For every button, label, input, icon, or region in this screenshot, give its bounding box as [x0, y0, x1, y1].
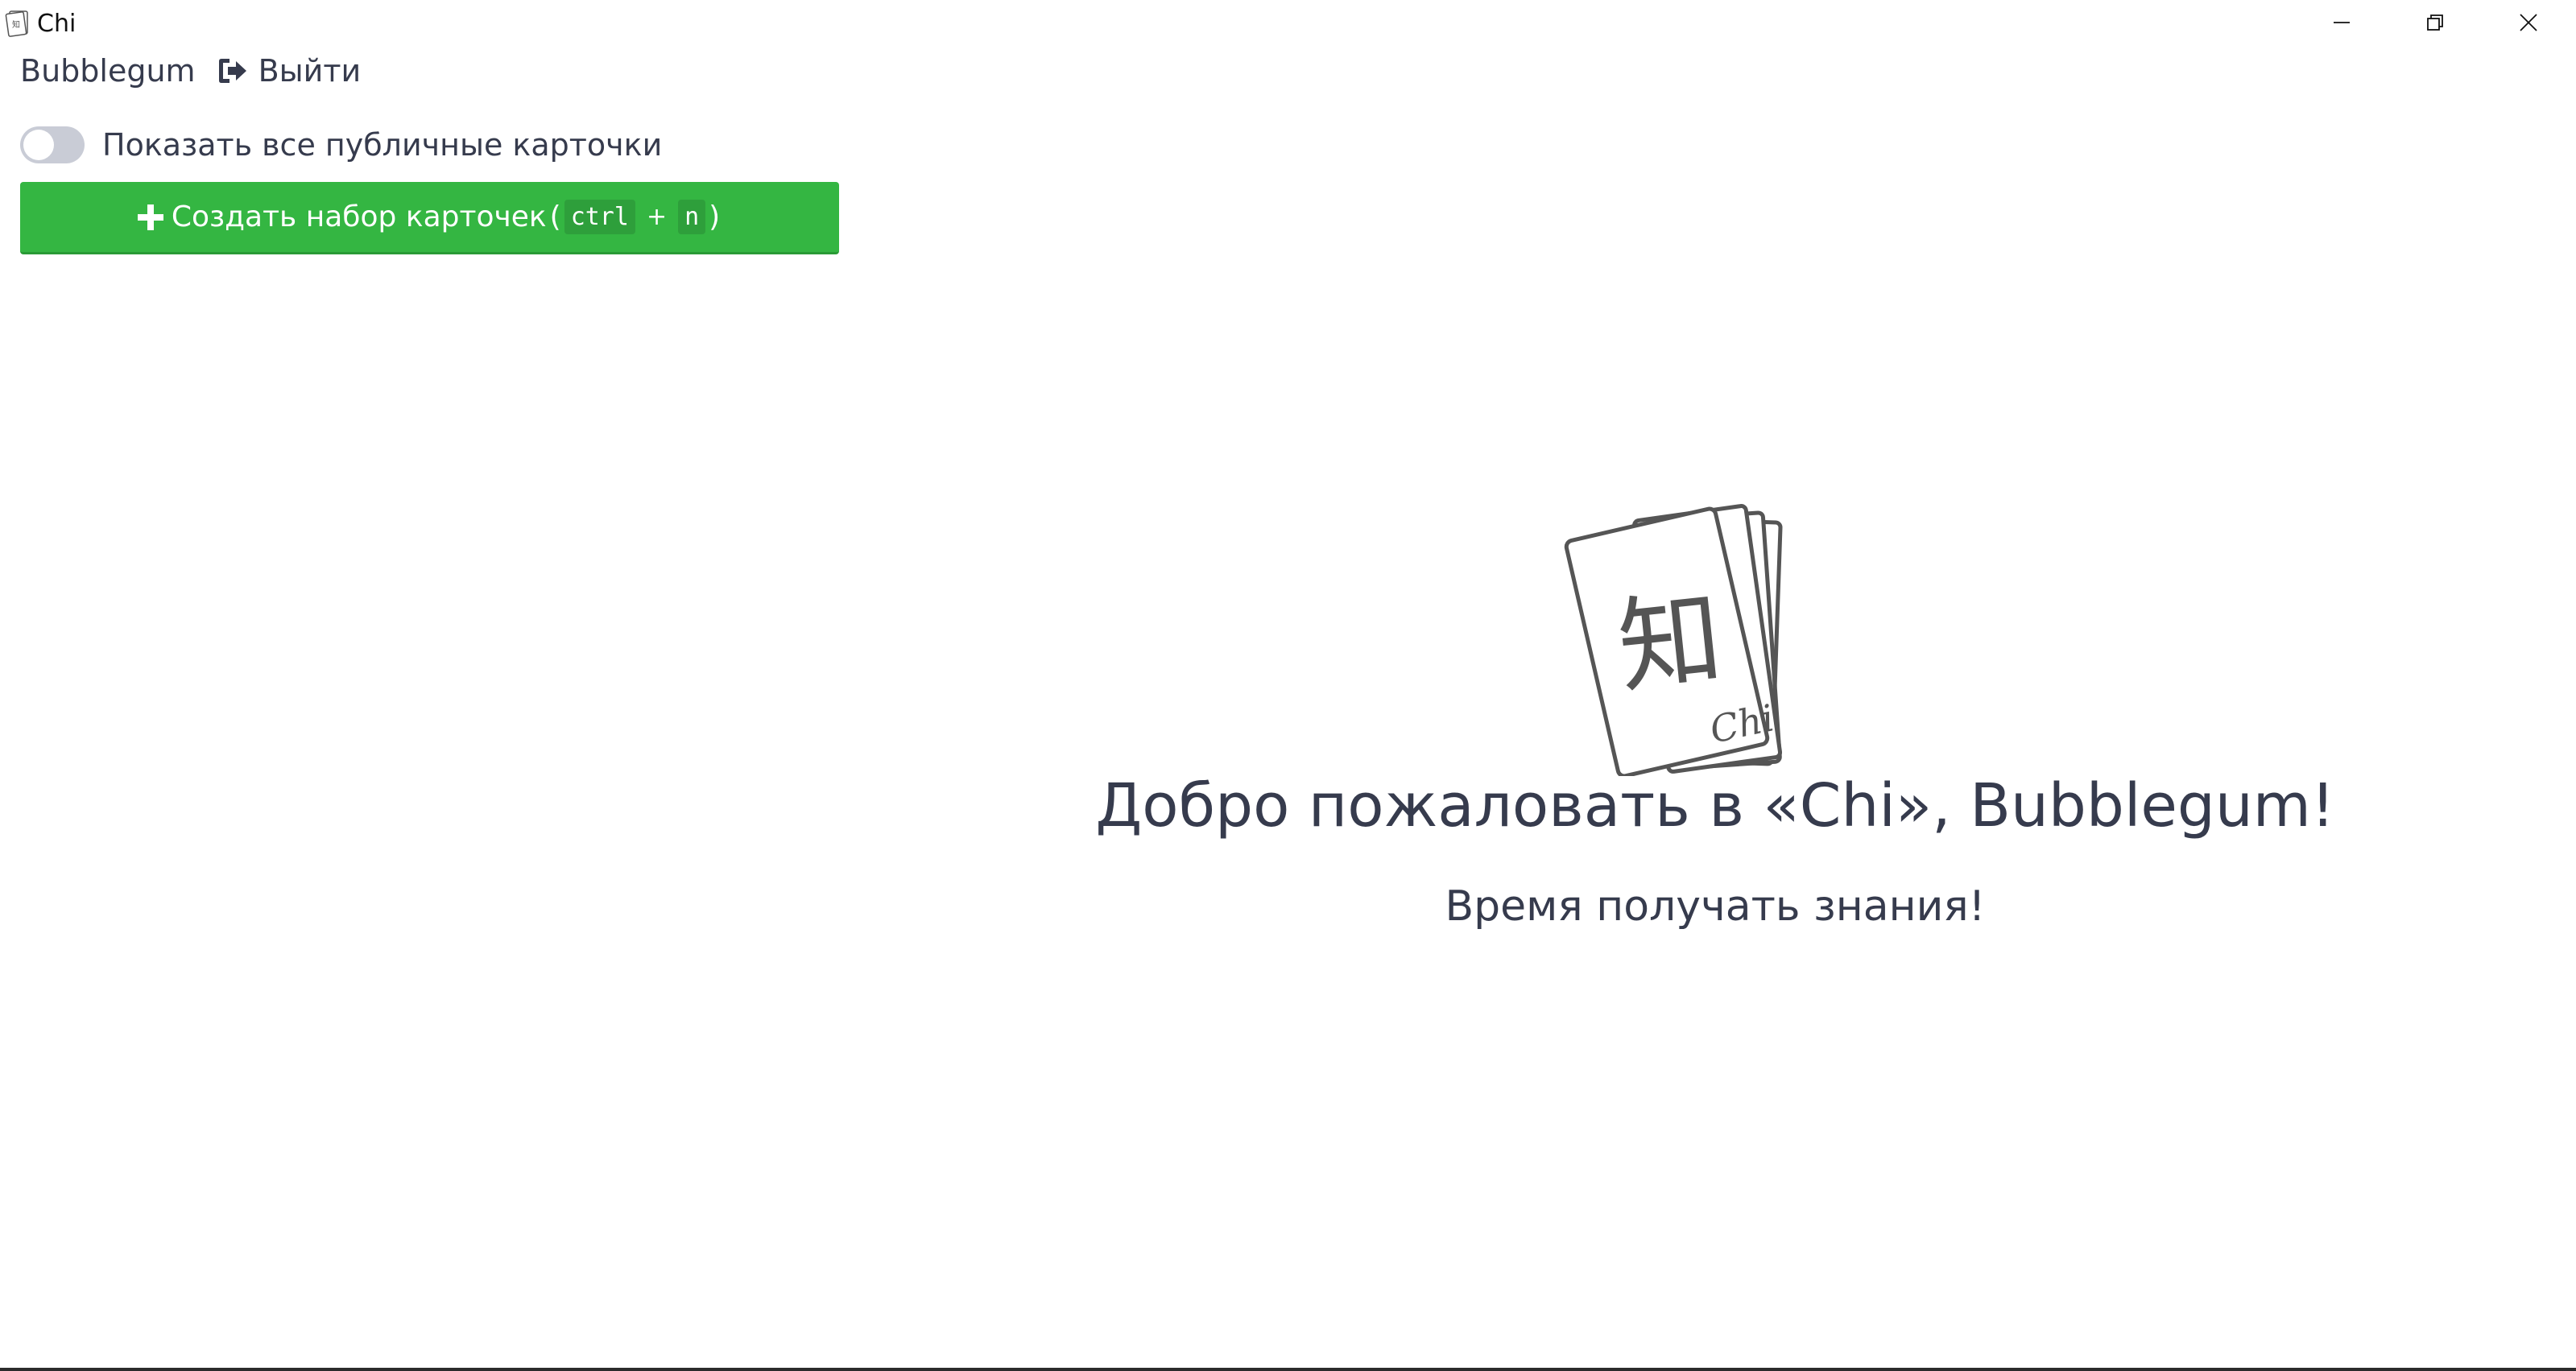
restore-icon	[2427, 14, 2443, 31]
username: Bubblegum	[20, 53, 196, 89]
plus-icon	[137, 204, 163, 230]
public-cards-toggle-label[interactable]: Показать все публичные карточки	[102, 127, 662, 163]
chi-cards-logo-icon: 知 Chi	[1564, 504, 1783, 776]
user-bar: Bubblegum Выйти	[20, 50, 361, 92]
minimize-button[interactable]	[2295, 0, 2388, 45]
shortcut-plus: +	[646, 203, 668, 231]
svg-text:知: 知	[12, 19, 20, 30]
welcome-subtitle: Время получать знания!	[1445, 882, 1986, 931]
app-cards-icon: 知	[5, 10, 28, 37]
logout-button[interactable]: Выйти	[217, 53, 362, 89]
create-card-set-button[interactable]: Создать набор карточек ( ctrl + n )	[20, 182, 839, 254]
shortcut-close-paren: )	[709, 200, 721, 233]
shortcut-key-ctrl: ctrl	[564, 200, 635, 234]
minimize-icon	[2334, 22, 2350, 23]
public-cards-toggle-row: Показать все публичные карточки	[20, 124, 662, 166]
close-icon	[2520, 14, 2537, 31]
restore-button[interactable]	[2388, 0, 2482, 45]
close-button[interactable]	[2482, 0, 2575, 45]
window-title: Chi	[37, 10, 76, 38]
svg-text:知: 知	[1613, 578, 1728, 708]
logout-label: Выйти	[258, 53, 362, 89]
public-cards-toggle[interactable]	[20, 126, 85, 163]
create-card-set-label: Создать набор карточек	[171, 200, 547, 233]
toggle-knob	[23, 130, 54, 160]
app-window: 知 Chi Bubblegum Выйти Показать все публи…	[0, 0, 2576, 1371]
title-bar: 知 Chi	[0, 0, 2576, 45]
shortcut-open-paren: (	[549, 200, 561, 233]
sign-out-icon	[218, 59, 246, 83]
welcome-title: Добро пожаловать в «Chi», Bubblegum!	[1095, 771, 2335, 840]
shortcut-key-n: n	[678, 200, 706, 234]
